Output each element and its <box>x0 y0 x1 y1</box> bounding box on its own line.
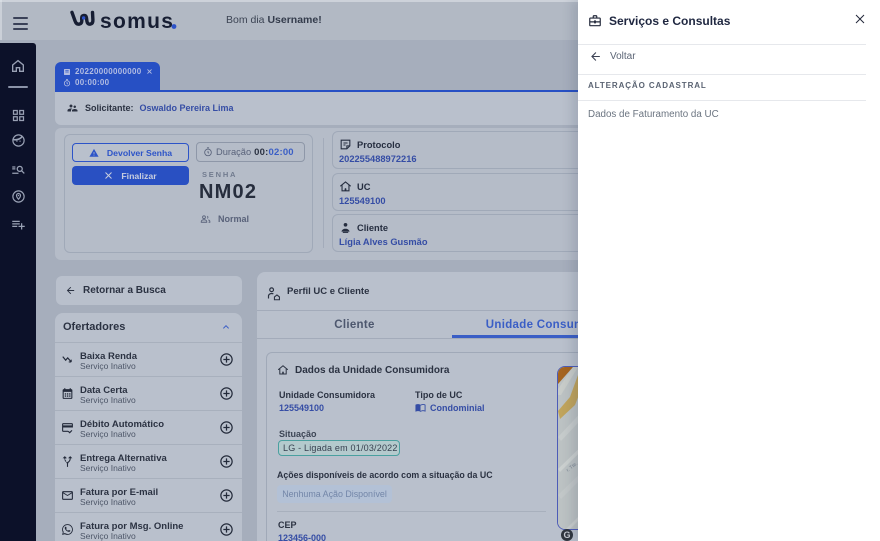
svg-text:somus: somus <box>100 10 174 31</box>
